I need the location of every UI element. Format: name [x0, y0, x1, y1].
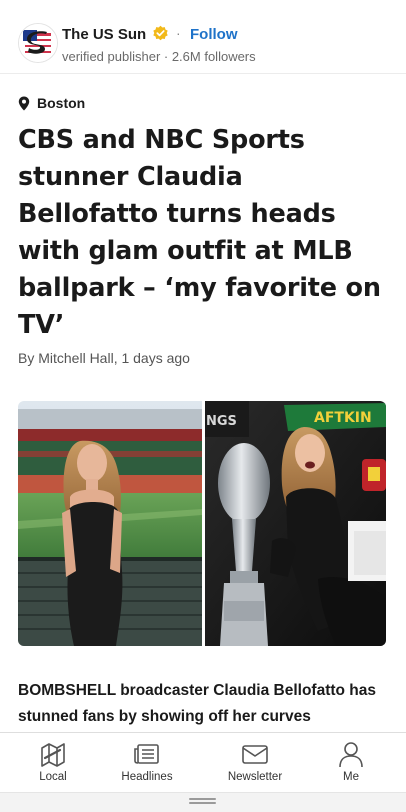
- article-lead-text: BOMBSHELL broadcaster Claudia Bellofatto…: [18, 682, 376, 725]
- bottom-navigation: Local Headlines Newsletter Me: [0, 732, 406, 793]
- publisher-logo-icon[interactable]: [18, 23, 58, 63]
- location-label: Boston: [37, 95, 86, 111]
- article-byline: By Mitchell Hall, 1 days ago: [18, 350, 190, 366]
- follow-button[interactable]: Follow: [190, 26, 238, 43]
- publisher-meta: verified publisher · 2.6M followers: [62, 49, 256, 64]
- nav-local[interactable]: Local: [8, 733, 98, 793]
- nav-label-me: Me: [343, 771, 359, 783]
- location-pin-icon: [18, 96, 30, 111]
- map-icon: [41, 743, 65, 767]
- nav-label-headlines: Headlines: [121, 771, 173, 783]
- verified-badge-icon: [153, 25, 168, 41]
- header-divider: [0, 73, 406, 74]
- publisher-name[interactable]: The US Sun: [62, 26, 146, 43]
- nav-newsletter[interactable]: Newsletter: [210, 733, 300, 793]
- nav-label-local: Local: [39, 771, 67, 783]
- nav-headlines[interactable]: Headlines: [102, 733, 192, 793]
- drag-handle-icon[interactable]: [189, 798, 216, 804]
- publisher-header: The US Sun · Follow verified publisher ·…: [18, 22, 388, 66]
- nav-me[interactable]: Me: [306, 733, 396, 793]
- mail-icon: [242, 745, 268, 764]
- user-icon: [339, 742, 363, 768]
- bottom-handle-bar: [0, 792, 406, 812]
- nav-label-newsletter: Newsletter: [227, 771, 283, 783]
- image-overlay-logo: NGS: [206, 414, 237, 429]
- article-hero-image[interactable]: NGS AFTKIN: [18, 401, 386, 646]
- article-headline: CBS and NBC Sports stunner Claudia Bello…: [18, 125, 381, 340]
- newspaper-icon: [134, 744, 159, 764]
- image-overlay-banner: AFTKIN: [314, 410, 372, 426]
- separator-dot: ·: [176, 25, 181, 41]
